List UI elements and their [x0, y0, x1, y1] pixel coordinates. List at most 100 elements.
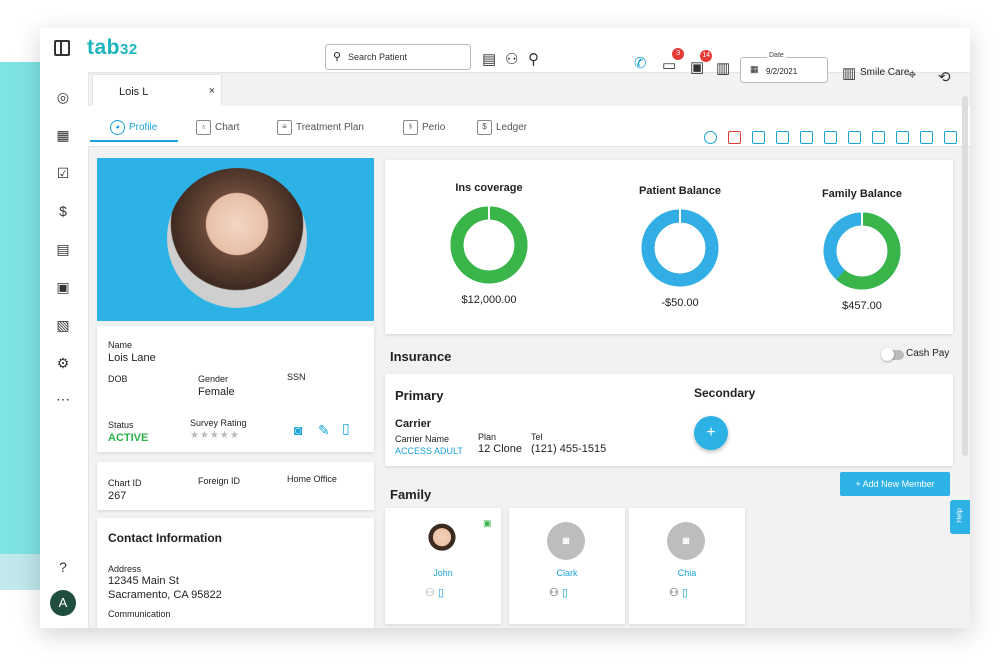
clipboard-icon[interactable]: ▥: [716, 59, 730, 77]
tel-label: Tel: [531, 432, 543, 442]
alert-icon[interactable]: [728, 131, 741, 144]
tooth-icon[interactable]: [752, 131, 765, 144]
perio-icon: ⚕: [403, 120, 418, 135]
tab-perio[interactable]: ⚕ Perio: [403, 120, 445, 135]
calendar-icon: ▦: [750, 64, 759, 74]
add-user-icon[interactable]: ⚇: [505, 50, 518, 68]
help-question-icon[interactable]: ?: [54, 558, 72, 576]
help-tab[interactable]: Help: [950, 500, 970, 534]
member-name[interactable]: Clark: [509, 568, 625, 578]
family-member-card[interactable]: ◙ Clark ⚇ ▯: [509, 508, 625, 624]
tab-chart[interactable]: ♁ Chart: [196, 120, 239, 135]
statements-icon[interactable]: ▧: [54, 316, 72, 334]
date-value: 9/2/2021: [766, 67, 798, 76]
image-icon[interactable]: [824, 131, 837, 144]
add-new-member-button[interactable]: + Add New Member: [840, 472, 950, 496]
patient-nav-tabs: ◕ Profile ♁ Chart ≡ Treatment Plan ⚕ Perio $…: [88, 106, 970, 147]
patient-tab[interactable]: Lois L ×: [92, 74, 222, 107]
app-window: tab32 ⚲ Search Patient ▤ ⚇ ⚲ ✆ ▭ 3 ▣ 14 ▥ …: [40, 28, 970, 628]
xray-icon[interactable]: [872, 131, 885, 144]
settings-gear-icon[interactable]: ⚙: [54, 354, 72, 372]
add-secondary-insurance-button[interactable]: +: [694, 416, 728, 450]
location-icon[interactable]: ⌖: [908, 66, 916, 83]
more-icon[interactable]: ⋯: [54, 390, 72, 408]
member-actions: ⚇ ▯: [425, 586, 444, 599]
edit-user-icon[interactable]: ✎: [318, 422, 330, 439]
sync-icon[interactable]: ⟲: [938, 68, 951, 86]
gallery-icon[interactable]: [944, 131, 957, 144]
insurance-title: Insurance: [390, 349, 452, 364]
balance-donut: [641, 209, 719, 287]
carrier-title: Carrier: [395, 418, 432, 430]
active-tab-indicator: [90, 140, 178, 142]
users-icon[interactable]: ⚇: [425, 587, 435, 599]
patient-info-card: Name Lois Lane DOB Gender Female SSN Sta…: [97, 326, 374, 452]
users-icon[interactable]: ⚇: [669, 587, 679, 599]
patient-photo-card: [97, 158, 374, 321]
treatment-plan-icon: ≡: [277, 120, 292, 135]
phone-icon[interactable]: ✆: [634, 54, 647, 72]
camera-icon[interactable]: ◙: [294, 422, 302, 438]
status-circle-icon[interactable]: [704, 131, 717, 144]
documents-icon[interactable]: ▣: [54, 278, 72, 296]
balance-donut: [450, 206, 528, 284]
document-icon[interactable]: ▤: [482, 50, 496, 68]
messages-icon[interactable]: ▭ 3: [662, 48, 685, 74]
trash-icon[interactable]: ▯: [682, 587, 688, 599]
user-avatar[interactable]: A: [50, 590, 76, 616]
home-office-label: Home Office: [287, 474, 337, 484]
gender-value: Female: [198, 386, 235, 398]
notes-icon[interactable]: [800, 131, 813, 144]
patient-settings-icon[interactable]: [920, 131, 933, 144]
trash-icon[interactable]: ▯: [342, 420, 350, 437]
id-card-icon[interactable]: ▣: [483, 518, 492, 529]
reports-icon[interactable]: ▤: [54, 240, 72, 258]
donut-segment: [641, 209, 719, 287]
search-placeholder: Search Patient: [348, 52, 408, 62]
survey-stars[interactable]: ★★★★★: [190, 430, 240, 441]
cash-pay-toggle[interactable]: [881, 348, 904, 361]
patient-photo[interactable]: [167, 168, 307, 308]
tooth-care-icon[interactable]: [776, 131, 789, 144]
search-input[interactable]: ⚲ Search Patient: [325, 44, 471, 70]
users-icon[interactable]: ⚇: [549, 587, 559, 599]
app-logo: tab32: [87, 36, 138, 59]
cash-pay-label: Cash Pay: [906, 348, 950, 359]
user-search-icon[interactable]: ⚲: [528, 50, 539, 68]
contact-title: Contact Information: [108, 531, 222, 545]
office-name[interactable]: Smile Care: [860, 67, 909, 78]
chart-id-value: 267: [108, 490, 127, 502]
messages-badge: 3: [672, 48, 685, 60]
survey-rating-label: Survey Rating: [190, 418, 247, 428]
member-name[interactable]: John: [385, 568, 501, 578]
secondary-title: Secondary: [694, 386, 756, 400]
family-member-card[interactable]: ◙ Chia ⚇ ▯: [629, 508, 745, 624]
sidebar: ◎ ▦ ☑ $ ▤ ▣ ▧ ⚙ ⋯ ? A: [40, 72, 89, 628]
close-icon[interactable]: ×: [209, 85, 215, 97]
menu-toggle-icon[interactable]: [54, 40, 70, 56]
ledger-icon: $: [477, 120, 492, 135]
top-bar: tab32 ⚲ Search Patient ▤ ⚇ ⚲ ✆ ▭ 3 ▣ 14 ▥ …: [40, 28, 970, 86]
tab-profile[interactable]: ◕ Profile: [110, 120, 157, 135]
balances-card: Ins coverage $12,000.00 Patient Balance -$5…: [385, 160, 953, 334]
communication-label: Communication: [108, 609, 171, 619]
tab-treatment-plan[interactable]: ≡ Treatment Plan: [277, 120, 364, 135]
trash-icon[interactable]: ▯: [438, 587, 444, 599]
forms-icon[interactable]: [896, 131, 909, 144]
tab-ledger[interactable]: $ Ledger: [477, 120, 527, 135]
checklist-icon[interactable]: ☑: [54, 164, 72, 182]
scrollbar[interactable]: [962, 96, 968, 456]
family-member-card[interactable]: ▣ John ⚇ ▯: [385, 508, 501, 624]
trash-icon[interactable]: ▯: [562, 587, 568, 599]
chat-icon[interactable]: ▣ 14: [690, 50, 713, 76]
dashboard-icon[interactable]: ◎: [54, 88, 72, 106]
status-label: Status: [108, 420, 134, 430]
member-photo: [423, 522, 461, 560]
date-picker[interactable]: Date ▦ 9/2/2021: [740, 52, 828, 83]
upload-icon[interactable]: [848, 131, 861, 144]
member-name[interactable]: Chia: [629, 568, 745, 578]
patient-name: Lois Lane: [108, 352, 156, 364]
carrier-name-link[interactable]: ACCESS ADULT: [395, 446, 463, 456]
schedule-icon[interactable]: ▦: [54, 126, 72, 144]
billing-icon[interactable]: $: [54, 202, 72, 220]
